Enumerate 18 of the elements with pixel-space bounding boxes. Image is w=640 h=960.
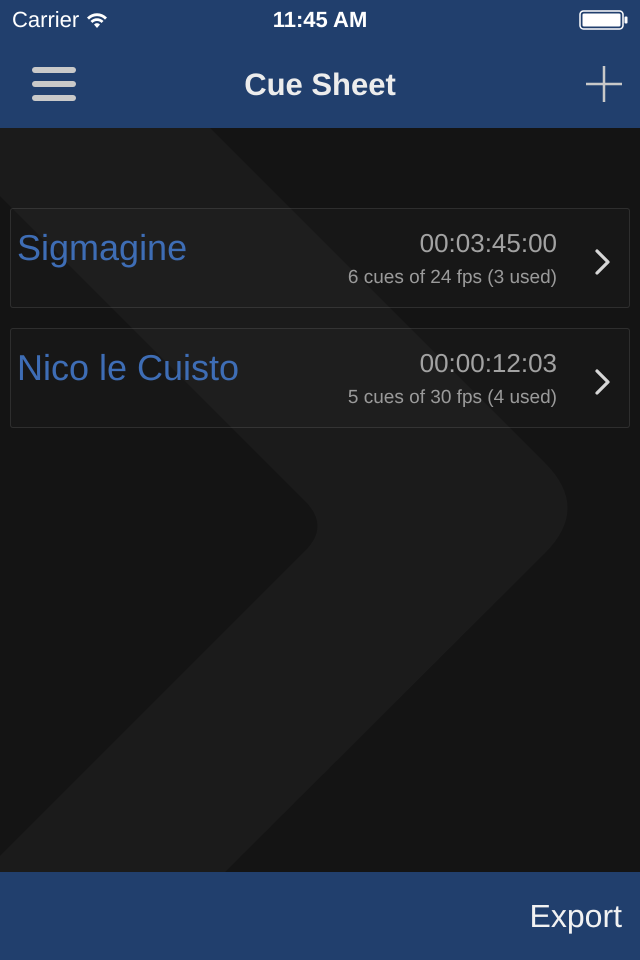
duration-label: 00:03:45:00 [420, 228, 557, 258]
battery-icon [579, 10, 628, 30]
add-icon[interactable] [586, 66, 622, 102]
cue-summary-label: 5 cues of 30 fps (4 used) [348, 386, 557, 410]
cue-summary-label: 6 cues of 24 fps (3 used) [348, 266, 557, 290]
cue-sheet-name: Sigmagine [17, 228, 188, 268]
carrier-label: Carrier [12, 9, 80, 31]
cue-sheet-name: Nico le Cuisto [17, 348, 240, 388]
clock-time: 11:45 AM [272, 9, 368, 31]
wifi-icon [86, 12, 108, 28]
cue-sheet-row[interactable]: Sigmagine 00:03:45:00 6 cues of 24 fps (3 used) [10, 208, 630, 308]
chevron-right-icon [595, 249, 611, 275]
chevron-right-icon [595, 369, 611, 395]
screen-title: Cue Sheet [244, 68, 396, 100]
export-button[interactable]: Export [530, 900, 622, 932]
menu-icon[interactable] [32, 67, 76, 101]
cue-sheet-row[interactable]: Nico le Cuisto 00:00:12:03 5 cues of 30 fps (4 used) [10, 328, 630, 428]
duration-label: 00:00:12:03 [420, 348, 557, 378]
